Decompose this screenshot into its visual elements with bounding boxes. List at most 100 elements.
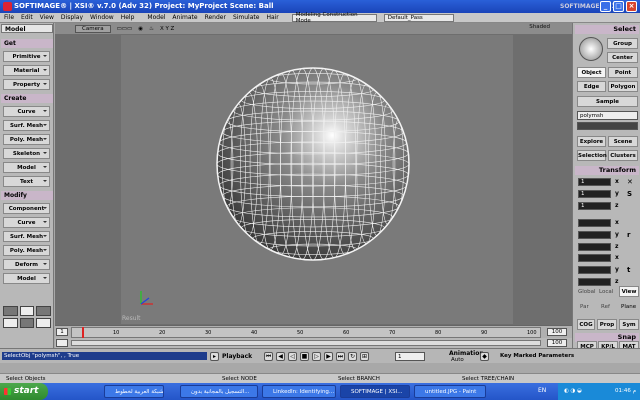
menu-hair[interactable]: Hair (266, 14, 278, 21)
prop-button[interactable]: Prop (597, 319, 617, 330)
next-key-button[interactable]: ▶ (324, 352, 333, 361)
layout-single-icon[interactable] (3, 306, 18, 316)
range-end-field[interactable]: 100 (547, 339, 567, 347)
local-toggle[interactable]: Local (599, 289, 613, 295)
task-paint[interactable]: untitled.JPG - Paint (414, 385, 486, 398)
current-frame-field[interactable]: 1 (395, 352, 425, 361)
scale-z-field[interactable]: 1 (578, 202, 611, 210)
rotate-x-field[interactable] (578, 219, 611, 227)
menu-edit[interactable]: Edit (21, 14, 33, 21)
task-arabic-2[interactable]: التسجيل بالمجانبة بدون... (180, 385, 258, 398)
create-model-button[interactable]: Model (3, 162, 50, 173)
scale-x-field[interactable]: 1 (578, 178, 611, 186)
cog-button[interactable]: COG (577, 319, 595, 330)
script-editor-icon[interactable]: ▸ (210, 352, 219, 361)
start-button[interactable]: start (0, 383, 48, 400)
menu-file[interactable]: File (4, 14, 14, 21)
object-button[interactable]: Object (577, 67, 606, 78)
ref-toggle[interactable]: Ref (601, 304, 610, 310)
module-dropdown[interactable]: Model (1, 24, 53, 33)
create-curve-button[interactable]: Curve (3, 106, 50, 117)
command-line[interactable]: SelectObj "polymsh", , True (2, 352, 207, 360)
sphere-mesh[interactable] (55, 23, 572, 325)
translate-x-field[interactable] (578, 254, 611, 262)
center-button[interactable]: Center (607, 52, 638, 63)
language-indicator[interactable]: EN (538, 387, 546, 394)
layout-quad-icon[interactable] (19, 306, 35, 316)
menu-model[interactable]: Model (147, 14, 165, 21)
scale-icon[interactable]: S (627, 190, 635, 198)
polygon-button[interactable]: Polygon (608, 81, 638, 92)
range-start-field[interactable] (56, 339, 68, 347)
menu-simulate[interactable]: Simulate (233, 14, 260, 21)
translate-y-field[interactable] (578, 266, 611, 274)
timeline[interactable]: 1 10 20 30 40 50 60 70 80 90 100 100 (55, 325, 572, 338)
explore-button[interactable]: Explore (577, 136, 606, 147)
translate-z-field[interactable] (578, 278, 611, 286)
selection-field[interactable]: polymsh (577, 111, 638, 120)
modify-poly-mesh-button[interactable]: Poly. Mesh (3, 245, 50, 256)
task-linkedin[interactable]: LinkedIn: Identifying... (262, 385, 336, 398)
modify-surf-mesh-button[interactable]: Surf. Mesh (3, 231, 50, 242)
get-property-button[interactable]: Property (3, 79, 50, 90)
close-button[interactable]: × (626, 1, 637, 12)
range-bar[interactable] (71, 340, 541, 346)
tray-icons[interactable]: ◐ ◑ ◒ (564, 388, 582, 394)
stop-button[interactable]: ■ (300, 352, 309, 361)
select-arrow-icon[interactable] (579, 37, 603, 61)
create-text-button[interactable]: Text (3, 176, 50, 187)
modify-curve-button[interactable]: Curve (3, 217, 50, 228)
edge-button[interactable]: Edge (577, 81, 606, 92)
maximize-button[interactable]: □ (613, 1, 624, 12)
layout-vertical-icon[interactable] (19, 318, 35, 328)
modify-component-button[interactable]: Component (3, 203, 50, 214)
selection-button[interactable]: Selection (577, 150, 607, 161)
modify-deform-button[interactable]: Deform (3, 259, 50, 270)
selection-filter-field[interactable] (577, 122, 638, 130)
play-backward-button[interactable]: ◁ (288, 352, 297, 361)
mode-dropdown[interactable]: Modeling Construction Mode (291, 12, 377, 24)
rotate-y-field[interactable] (578, 231, 611, 239)
create-surf-mesh-button[interactable]: Surf. Mesh (3, 120, 50, 131)
layout-max-icon[interactable] (36, 318, 51, 328)
menu-display[interactable]: Display (61, 14, 83, 21)
menu-render[interactable]: Render (205, 14, 226, 21)
modify-model-button[interactable]: Model (3, 273, 50, 284)
all-button[interactable]: ⊞ (360, 352, 369, 361)
layout-split-icon[interactable] (36, 306, 51, 316)
create-skeleton-button[interactable]: Skeleton (3, 148, 50, 159)
timeline-start-field[interactable]: 1 (56, 328, 68, 336)
layout-horizontal-icon[interactable] (3, 318, 18, 328)
menu-window[interactable]: Window (90, 14, 114, 21)
sym-button[interactable]: Sym (619, 319, 639, 330)
group-button[interactable]: Group (607, 38, 638, 49)
get-primitive-button[interactable]: Primitive (3, 51, 50, 62)
plane-toggle[interactable]: Plane (621, 304, 636, 310)
translate-icon[interactable]: t (627, 266, 635, 274)
key-icon[interactable]: ◆ (480, 352, 489, 361)
get-material-button[interactable]: Material (3, 65, 50, 76)
timeline-track[interactable]: 10 20 30 40 50 60 70 80 90 100 (71, 327, 541, 338)
clusters-button[interactable]: Clusters (608, 150, 638, 161)
rotate-z-field[interactable] (578, 243, 611, 251)
task-softimage[interactable]: SOFTIMAGE | XSI... (340, 385, 410, 398)
viewport[interactable]: Camera ▭▭▭ ◉ ♨ X Y Z Shaded Result (55, 23, 572, 325)
sample-button[interactable]: Sample (577, 96, 638, 107)
rotate-icon[interactable]: r (627, 231, 635, 239)
scale-y-field[interactable]: 1 (578, 190, 611, 198)
play-forward-button[interactable]: ▷ (312, 352, 321, 361)
global-toggle[interactable]: Global (578, 289, 596, 295)
task-arabic-1[interactable]: الشبكة العربية لخطوط... (104, 385, 164, 398)
menu-view[interactable]: View (40, 14, 54, 21)
key-marked-parameters[interactable]: Key Marked Parameters (500, 353, 574, 359)
timeline-end-field[interactable]: 100 (547, 328, 567, 336)
menu-animate[interactable]: Animate (172, 14, 197, 21)
pass-dropdown[interactable]: Default_Pass (383, 13, 454, 22)
scene-button[interactable]: Scene (608, 136, 638, 147)
loop-button[interactable]: ↻ (348, 352, 357, 361)
prev-key-button[interactable]: ◀ (276, 352, 285, 361)
minimize-button[interactable]: _ (600, 1, 611, 12)
view-toggle[interactable]: View (619, 286, 639, 297)
range-slider[interactable]: 100 (55, 338, 572, 348)
scale-x-icon[interactable]: ✕ (627, 178, 635, 186)
